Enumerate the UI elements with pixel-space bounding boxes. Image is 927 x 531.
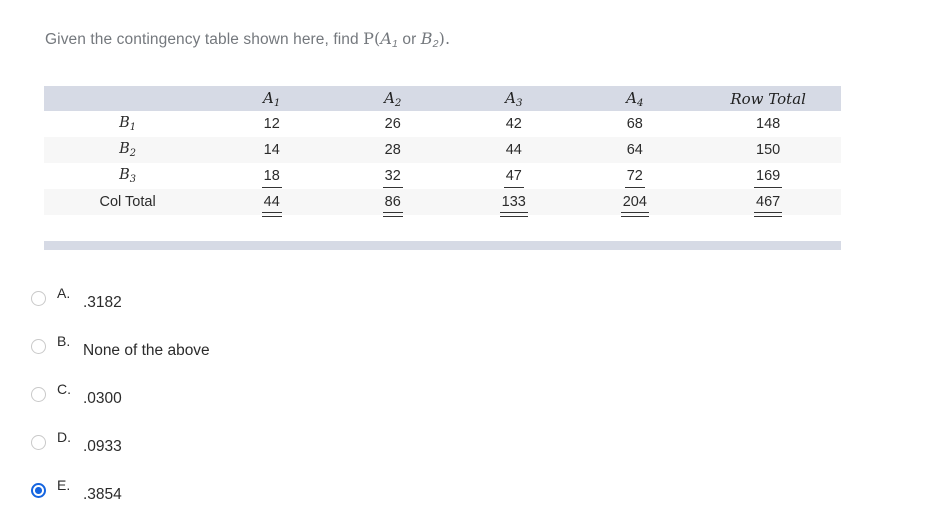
option-letter: E. <box>57 477 71 493</box>
table-cell: 18 <box>211 163 333 189</box>
table-cell: 47 <box>453 163 575 189</box>
row-label-subscript: 2 <box>129 147 137 159</box>
table-cell: 14 <box>211 137 333 163</box>
table-cell: 204 <box>574 189 696 217</box>
table-cell: 467 <box>695 189 841 217</box>
cell-value: 42 <box>505 116 522 132</box>
column-header-a2: A2 <box>332 86 454 111</box>
column-header-a2-subscript: 2 <box>394 97 402 109</box>
answer-option-d[interactable]: D. .0933 <box>31 429 631 477</box>
column-header-a1: A1 <box>211 86 333 111</box>
table-cell: 169 <box>695 163 841 189</box>
option-letter: A. <box>57 285 71 301</box>
table-cell: 44 <box>453 137 575 163</box>
radio-button[interactable] <box>31 339 46 354</box>
cell-value: 32 <box>382 168 403 188</box>
cell-value: 18 <box>261 168 282 188</box>
radio-button-selected[interactable] <box>31 483 46 498</box>
question-variable-b: B <box>420 29 433 48</box>
table-bottom-band <box>44 241 841 250</box>
radio-button[interactable] <box>31 291 46 306</box>
table-cell: 44 <box>211 189 333 217</box>
row-label: Col Total <box>44 189 212 215</box>
table-cell: 150 <box>695 137 841 163</box>
question-conjunction: or <box>397 31 421 48</box>
table-cell: 72 <box>574 163 696 189</box>
cell-value: 68 <box>626 116 643 132</box>
table-corner-header <box>44 86 212 111</box>
answer-option-a[interactable]: A. .3182 <box>31 285 631 333</box>
probability-open-paren: P( <box>363 29 381 48</box>
answer-option-e[interactable]: E. .3854 <box>31 477 631 525</box>
row-label: B2 <box>44 137 212 163</box>
option-value: None of the above <box>83 342 210 359</box>
cell-value: 133 <box>499 194 529 217</box>
option-value: .0933 <box>83 438 122 455</box>
row-label-subscript: 3 <box>129 173 137 185</box>
column-header-a1-subscript: 1 <box>273 97 281 109</box>
column-header-a3: A3 <box>453 86 575 111</box>
table-cell: 32 <box>332 163 454 189</box>
cell-value: 44 <box>261 194 282 217</box>
table-row: B2 14 28 44 64 150 <box>44 137 841 163</box>
answer-option-c[interactable]: C. .0300 <box>31 381 631 429</box>
column-header-row-total: Row Total <box>695 86 841 111</box>
column-header-a3-subscript: 3 <box>515 97 523 109</box>
radio-button[interactable] <box>31 435 46 450</box>
cell-value: 86 <box>382 194 403 217</box>
question-variable-a: A <box>380 29 393 48</box>
cell-value: 12 <box>263 116 280 132</box>
table-body: B1 12 26 42 68 148 B2 14 28 44 64 150 B3 18 32 47 72 169 C… <box>44 111 841 217</box>
table-cell: 42 <box>453 111 575 137</box>
table-cell: 86 <box>332 189 454 217</box>
cell-value: 44 <box>505 142 522 158</box>
cell-value: 64 <box>626 142 643 158</box>
column-header-a4-subscript: 4 <box>636 97 644 109</box>
column-header-a4: A4 <box>574 86 696 111</box>
table-row: B1 12 26 42 68 148 <box>44 111 841 137</box>
cell-value: 150 <box>756 142 781 158</box>
table-cell: 26 <box>332 111 454 137</box>
cell-value: 169 <box>754 168 783 188</box>
cell-value: 28 <box>384 142 401 158</box>
table-cell: 148 <box>695 111 841 137</box>
answer-options-list: A. .3182 B. None of the above C. .0300 D. .0933… <box>31 285 631 525</box>
question-lead-text: Given the contingency table shown here, … <box>45 31 364 48</box>
option-value: .3182 <box>83 294 122 311</box>
contingency-table: A1 A2 A3 A4 Row Total B1 12 26 42 68 148 B2 14 2… <box>44 86 841 217</box>
option-value: .3854 <box>83 486 122 503</box>
table-cell: 68 <box>574 111 696 137</box>
table-row: B3 18 32 47 72 169 <box>44 163 841 189</box>
cell-value: 14 <box>263 142 280 158</box>
probability-close-paren: ). <box>438 29 451 48</box>
cell-value: 204 <box>620 194 650 217</box>
option-letter: D. <box>57 429 71 445</box>
question-prompt: Given the contingency table shown here, … <box>45 29 450 50</box>
table-row: Col Total 44 86 133 204 467 <box>44 189 841 217</box>
cell-value: 47 <box>503 168 524 188</box>
answer-option-b[interactable]: B. None of the above <box>31 333 631 381</box>
contingency-table-wrapper: A1 A2 A3 A4 Row Total B1 12 26 42 68 148 B2 14 2… <box>44 86 841 217</box>
cell-value: 467 <box>754 194 783 217</box>
table-header-row: A1 A2 A3 A4 Row Total <box>44 86 841 111</box>
table-header: A1 A2 A3 A4 Row Total <box>44 86 841 111</box>
row-label-subscript: 1 <box>129 121 137 133</box>
cell-value: 72 <box>624 168 646 188</box>
table-cell: 12 <box>211 111 333 137</box>
option-letter: B. <box>57 333 71 349</box>
cell-value: 148 <box>756 116 781 132</box>
option-value: .0300 <box>83 390 122 407</box>
table-cell: 64 <box>574 137 696 163</box>
table-cell: 28 <box>332 137 454 163</box>
row-label: B1 <box>44 111 212 137</box>
table-cell: 133 <box>453 189 575 217</box>
cell-value: 26 <box>384 116 401 132</box>
row-label: B3 <box>44 163 212 189</box>
radio-button[interactable] <box>31 387 46 402</box>
option-letter: C. <box>57 381 71 397</box>
